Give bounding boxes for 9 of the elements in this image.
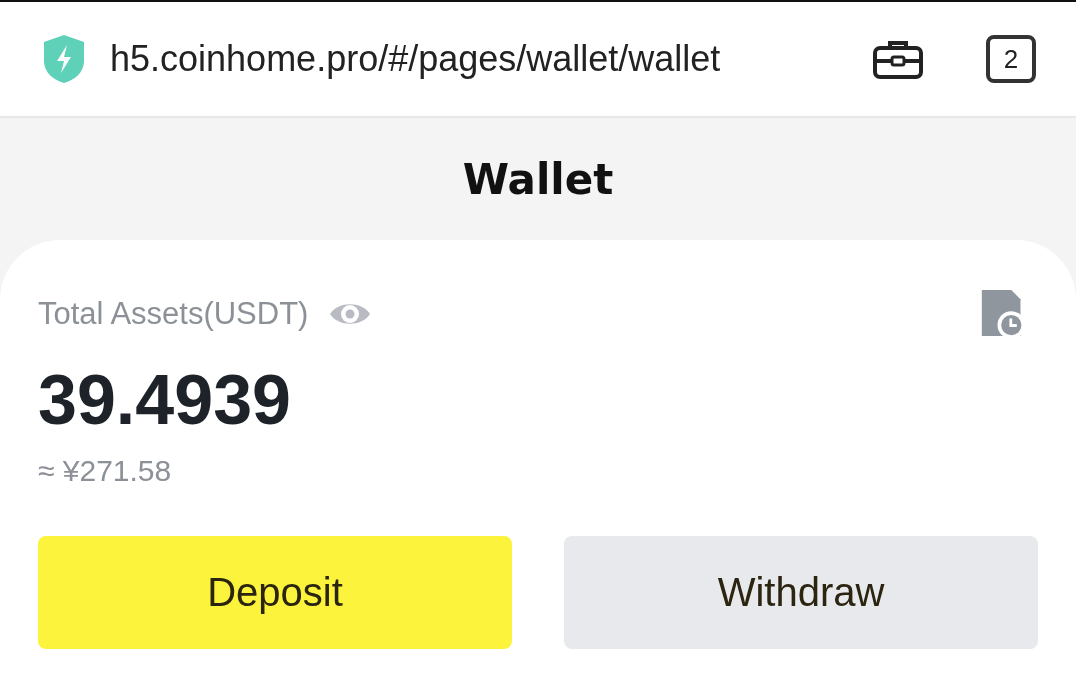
withdraw-button[interactable]: Withdraw	[564, 536, 1038, 649]
deposit-button[interactable]: Deposit	[38, 536, 512, 649]
tab-count-button[interactable]: 2	[986, 35, 1036, 83]
total-amount: 39.4939	[38, 360, 293, 440]
url-text[interactable]: h5.coinhome.pro/#/pages/wallet/wallet	[110, 38, 850, 80]
total-assets-label: Total Assets(USDT)	[38, 296, 309, 332]
fiat-amount: ≈ ¥271.58	[38, 454, 173, 488]
briefcase-icon[interactable]	[872, 38, 924, 80]
page-title: Wallet	[462, 154, 614, 204]
